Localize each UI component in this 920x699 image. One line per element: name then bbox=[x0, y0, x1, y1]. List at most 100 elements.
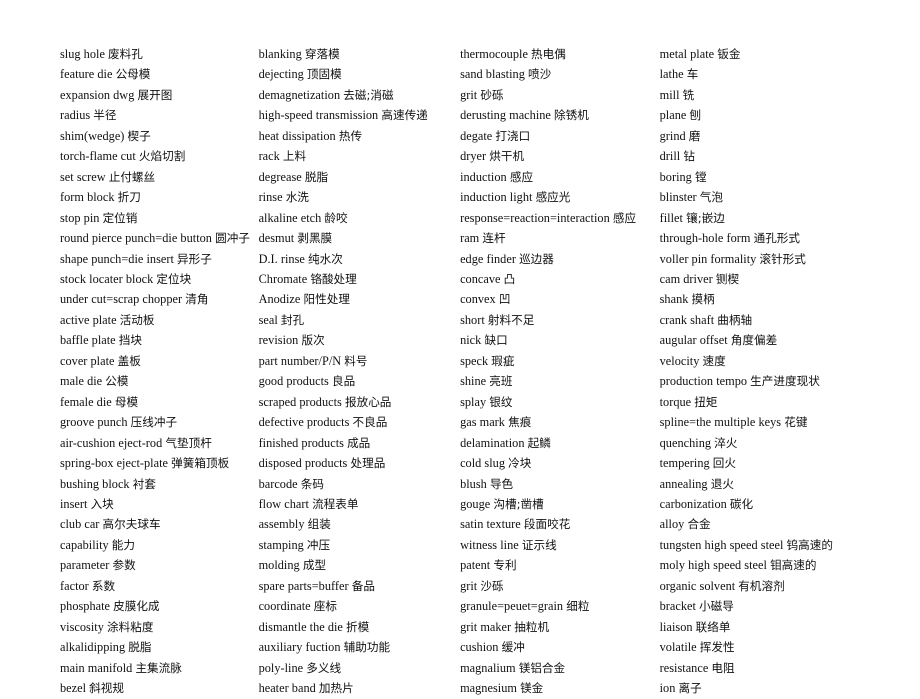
glossary-gloss: 冲压 bbox=[306, 537, 331, 552]
glossary-gloss: 不良品 bbox=[352, 415, 388, 430]
glossary-gloss: 凹 bbox=[498, 292, 511, 307]
glossary-gloss: 铡楔 bbox=[715, 271, 740, 286]
glossary-gloss: 钣金 bbox=[717, 47, 741, 61]
glossary-entry: degate 打浇口 bbox=[460, 126, 660, 146]
glossary-entry: viscosity 涂料粘度 bbox=[60, 617, 259, 637]
glossary-term: scraped products bbox=[258, 394, 342, 409]
glossary-term: torch-flame cut bbox=[60, 149, 136, 164]
glossary-entry: demagnetization 去磁;消磁 bbox=[259, 85, 461, 105]
glossary-entry: shape punch=die insert 异形子 bbox=[60, 249, 259, 269]
glossary-term: bracket bbox=[659, 599, 696, 614]
glossary-term: spring-box eject-plate bbox=[60, 456, 168, 471]
glossary-entry: cold slug 冷块 bbox=[460, 453, 660, 473]
glossary-column-1: slug hole 废料孔 feature die 公母模 expansion dw… bbox=[60, 44, 259, 699]
glossary-gloss: 楔子 bbox=[127, 128, 151, 143]
glossary-term: patent bbox=[460, 558, 491, 573]
glossary-entry: heater band 加热片 bbox=[259, 678, 461, 698]
glossary-entry: seal 封孔 bbox=[259, 310, 461, 330]
glossary-term: shape punch=die insert bbox=[60, 251, 174, 266]
glossary-entry: nick 缺口 bbox=[460, 330, 660, 350]
glossary-gloss: 通孔形式 bbox=[753, 231, 801, 246]
glossary-entry: shim(wedge) 楔子 bbox=[60, 126, 259, 146]
glossary-gloss: 退火 bbox=[710, 476, 734, 491]
glossary-term: alkalidipping bbox=[60, 640, 126, 655]
glossary-entry: gas mark 焦痕 bbox=[460, 412, 660, 432]
glossary-gloss: 钻 bbox=[683, 149, 695, 164]
glossary-term: induction light bbox=[460, 190, 533, 205]
glossary-entry: under cut=scrap chopper 清角 bbox=[60, 289, 259, 309]
glossary-entry: metal plate 钣金 bbox=[660, 44, 868, 64]
glossary-entry: dryer 烘干机 bbox=[460, 146, 660, 166]
glossary-gloss: 成品 bbox=[347, 435, 371, 450]
glossary-entry: torch-flame cut 火焰切割 bbox=[60, 146, 259, 166]
glossary-entry: grit 沙砾 bbox=[460, 576, 660, 596]
glossary-gloss: 钼高速的 bbox=[770, 558, 817, 573]
glossary-gloss: 公模 bbox=[105, 374, 129, 389]
glossary-term: spline=the multiple keys bbox=[659, 415, 782, 430]
glossary-entry: feature die 公母模 bbox=[60, 64, 259, 84]
glossary-gloss: 加热片 bbox=[318, 681, 354, 696]
glossary-gloss: 座标 bbox=[313, 599, 338, 614]
glossary-term: disposed products bbox=[258, 456, 348, 471]
glossary-gloss: 上料 bbox=[282, 149, 307, 164]
glossary-entry: tempering 回火 bbox=[660, 453, 868, 473]
glossary-gloss: 衬套 bbox=[132, 476, 156, 491]
glossary-entry: splay 银纹 bbox=[460, 392, 660, 412]
glossary-entry: witness line 证示线 bbox=[460, 535, 660, 555]
glossary-gloss: 证示线 bbox=[521, 537, 557, 552]
glossary-term: cam driver bbox=[659, 271, 713, 286]
glossary-gloss: 沟槽;凿槽 bbox=[493, 496, 544, 511]
glossary-entry: coordinate 座标 bbox=[259, 596, 461, 616]
glossary-gloss: 料号 bbox=[344, 353, 368, 368]
glossary-term: defective products bbox=[258, 415, 350, 430]
glossary-gloss: 折模 bbox=[346, 619, 370, 634]
glossary-gloss: 段面咬花 bbox=[523, 517, 571, 532]
glossary-term: gouge bbox=[460, 496, 491, 511]
glossary-gloss: 有机溶剂 bbox=[738, 578, 785, 593]
glossary-term: alloy bbox=[659, 517, 685, 532]
glossary-term: rinse bbox=[258, 190, 283, 205]
glossary-entry: blinster 气泡 bbox=[660, 187, 868, 207]
glossary-term: viscosity bbox=[60, 619, 104, 634]
glossary-term: poly-line bbox=[258, 660, 304, 675]
glossary-term: grind bbox=[659, 128, 686, 143]
glossary-entry: spare parts=buffer 备品 bbox=[259, 576, 461, 596]
glossary-entry: insert 入块 bbox=[60, 494, 259, 514]
glossary-gloss: 处理品 bbox=[350, 456, 386, 471]
glossary-term: female die bbox=[60, 394, 112, 409]
glossary-entry: short 射料不足 bbox=[460, 310, 660, 330]
glossary-term: speck bbox=[460, 353, 489, 368]
glossary-term: dejecting bbox=[258, 67, 304, 82]
glossary-entry: volatile 挥发性 bbox=[660, 637, 868, 657]
glossary-term: satin texture bbox=[460, 517, 521, 532]
glossary-column-2: blanking 穿落模 dejecting 顶固模 demagnetization… bbox=[259, 44, 461, 699]
glossary-gloss: 折刀 bbox=[117, 190, 141, 205]
glossary-gloss: 水洗 bbox=[285, 190, 309, 205]
glossary-term: baffle plate bbox=[60, 333, 116, 348]
glossary-term: grit bbox=[460, 578, 478, 593]
glossary-entry: production tempo 生产进度现状 bbox=[660, 371, 868, 391]
glossary-term: heater band bbox=[258, 681, 316, 696]
glossary-term: insert bbox=[60, 496, 88, 511]
glossary-term: nick bbox=[460, 333, 482, 348]
glossary-term: annealing bbox=[659, 476, 708, 491]
glossary-gloss: 花键 bbox=[784, 415, 808, 430]
glossary-gloss: 角度偏差 bbox=[730, 333, 778, 348]
glossary-entry: shine 亮班 bbox=[460, 371, 660, 391]
glossary-entry: disposed products 处理品 bbox=[259, 453, 461, 473]
glossary-entry: grind 磨 bbox=[660, 126, 868, 146]
glossary-entry: spring-box eject-plate 弹簧箱顶板 bbox=[60, 453, 259, 473]
glossary-entry: organic solvent 有机溶剂 bbox=[660, 576, 868, 596]
glossary-gloss: 气垫顶杆 bbox=[165, 435, 212, 450]
glossary-term: ion bbox=[659, 681, 676, 696]
glossary-gloss: 弹簧箱顶板 bbox=[171, 456, 230, 471]
glossary-entry: magnalium 镁铝合金 bbox=[460, 658, 660, 678]
glossary-gloss: 钨高速的 bbox=[786, 537, 833, 552]
glossary-entry: auxiliary fuction 辅助功能 bbox=[259, 637, 461, 657]
glossary-gloss: 条码 bbox=[300, 476, 324, 491]
glossary-entry: velocity 速度 bbox=[660, 351, 868, 371]
glossary-term: boring bbox=[659, 169, 692, 184]
glossary-entry: stamping 冲压 bbox=[259, 535, 461, 555]
glossary-gloss: 流程表单 bbox=[312, 496, 359, 511]
glossary-gloss: 生产进度现状 bbox=[750, 374, 820, 389]
